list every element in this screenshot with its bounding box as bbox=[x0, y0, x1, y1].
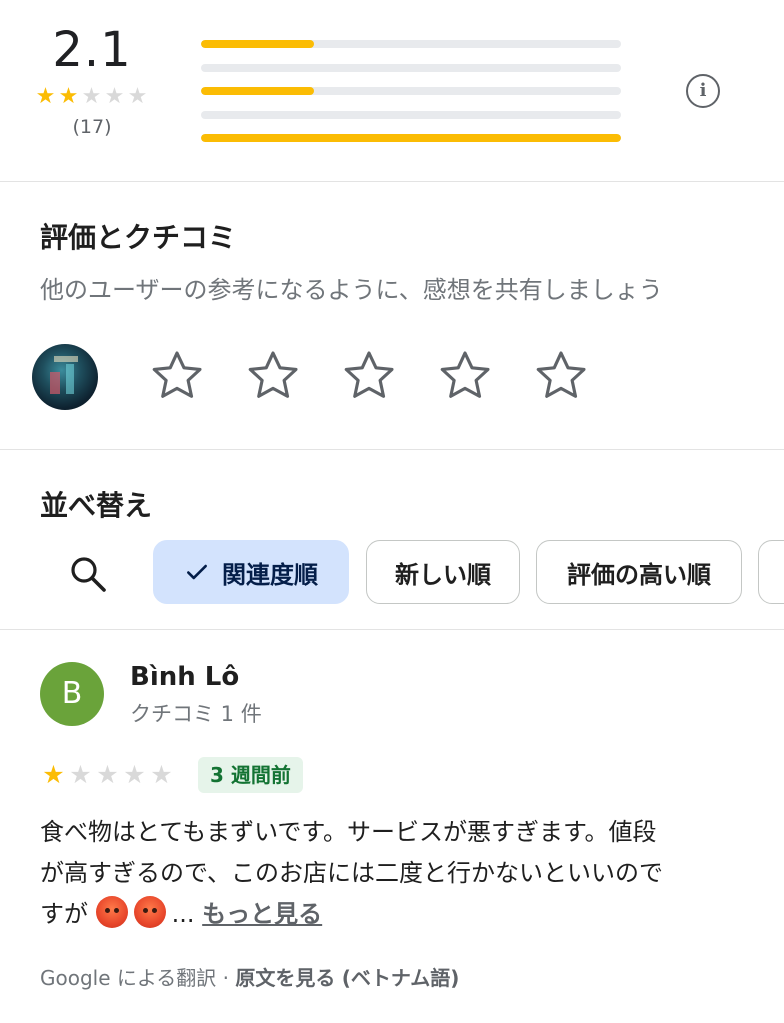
sort-chip-relevance[interactable]: 関連度順 bbox=[153, 540, 349, 604]
star-empty-icon: ★ bbox=[69, 760, 92, 789]
star-filled-icon: ★ bbox=[35, 84, 56, 109]
rating-bar-4 bbox=[201, 63, 621, 72]
star-outline-icon bbox=[248, 351, 298, 398]
sort-chip-label: 新しい順 bbox=[395, 560, 491, 589]
review-count: (17) bbox=[72, 116, 112, 138]
rate-star-5[interactable] bbox=[532, 346, 628, 406]
star-outline-icon bbox=[344, 351, 394, 398]
rate-star-2[interactable] bbox=[244, 346, 340, 406]
sort-chip-label: 評価の高い順 bbox=[567, 560, 711, 589]
view-original-link[interactable]: 原文を見る bbox=[235, 966, 335, 990]
star-empty-icon: ★ bbox=[81, 84, 102, 109]
sort-chip-newest[interactable]: 新しい順 bbox=[366, 540, 520, 604]
reviewer-meta: クチコミ 1 件 bbox=[130, 702, 262, 726]
star-filled-icon: ★ bbox=[58, 84, 79, 109]
rating-bar-fill bbox=[201, 134, 621, 142]
angry-face-icon bbox=[95, 896, 128, 928]
original-language: (ベトナム語) bbox=[341, 966, 460, 990]
review-text-line: 食べ物はとてもまずいです。サービスが悪すぎます。値段 bbox=[40, 818, 657, 846]
section-title: 評価とクチコミ bbox=[40, 221, 237, 254]
search-icon[interactable] bbox=[66, 552, 110, 596]
rating-bar-fill bbox=[201, 87, 315, 95]
write-review-section: 評価とクチコミ 他のユーザーの参考になるように、感想を共有しましょう bbox=[0, 182, 784, 450]
rating-bar-5 bbox=[201, 40, 621, 48]
star-empty-icon: ★ bbox=[123, 760, 146, 789]
sort-section: 並べ替え 関連度順 新しい順 評価の高い順 bbox=[0, 450, 784, 630]
rating-summary: 2.1 ★ ★ ★ ★ ★ (17) i bbox=[0, 0, 784, 182]
average-rating: 2.1 bbox=[52, 22, 132, 78]
sort-chip-label: 関連度順 bbox=[222, 560, 318, 589]
review-text-line: すが bbox=[40, 900, 88, 928]
average-stars: ★ ★ ★ ★ ★ bbox=[34, 84, 149, 110]
star-outline-icon bbox=[440, 351, 490, 398]
rate-star-1[interactable] bbox=[148, 346, 244, 406]
check-icon bbox=[184, 559, 210, 585]
more-link[interactable]: もっと見る bbox=[202, 900, 322, 928]
review-card: B Bình Lô クチコミ 1 件 ★ ★ ★ ★ ★ 3 週間前 食べ物はと… bbox=[0, 630, 784, 1023]
avatar bbox=[32, 344, 98, 410]
star-filled-icon: ★ bbox=[42, 760, 65, 789]
sort-chip-lowest[interactable] bbox=[758, 540, 784, 604]
rating-bar-fill bbox=[201, 40, 315, 48]
star-empty-icon: ★ bbox=[104, 84, 125, 109]
sort-chip-highest[interactable]: 評価の高い順 bbox=[536, 540, 742, 604]
review-text: 食べ物はとてもまずいです。サービスが悪すぎます。値段 が高すぎるので、このお店に… bbox=[40, 812, 750, 935]
review-stars: ★ ★ ★ ★ ★ bbox=[40, 762, 175, 788]
info-icon[interactable]: i bbox=[686, 74, 720, 108]
translation-note: Google による翻訳 · 原文を見る (ベトナム語) bbox=[40, 962, 459, 991]
rate-star-3[interactable] bbox=[340, 346, 436, 406]
angry-face-icon bbox=[133, 896, 166, 928]
rating-distribution bbox=[201, 40, 621, 158]
star-empty-icon: ★ bbox=[127, 84, 148, 109]
translation-prefix: Google による翻訳 · bbox=[40, 966, 236, 990]
ellipsis: ... bbox=[171, 900, 195, 928]
rating-bar-3 bbox=[201, 87, 621, 95]
rating-bar-1 bbox=[201, 134, 621, 142]
reviewer-avatar[interactable]: B bbox=[40, 662, 104, 726]
rate-stars bbox=[148, 346, 628, 406]
star-outline-icon bbox=[536, 351, 586, 398]
rating-bar-2 bbox=[201, 110, 621, 119]
star-empty-icon: ★ bbox=[96, 760, 119, 789]
review-text-line: が高すぎるので、このお店には二度と行かないといいので bbox=[40, 859, 664, 887]
section-subtitle: 他のユーザーの参考になるように、感想を共有しましょう bbox=[40, 276, 663, 304]
sort-title: 並べ替え bbox=[40, 489, 153, 522]
review-date-badge: 3 週間前 bbox=[198, 757, 303, 793]
rate-star-4[interactable] bbox=[436, 346, 532, 406]
star-outline-icon bbox=[152, 351, 202, 398]
star-empty-icon: ★ bbox=[150, 760, 173, 789]
reviewer-name[interactable]: Bình Lô bbox=[130, 662, 239, 692]
